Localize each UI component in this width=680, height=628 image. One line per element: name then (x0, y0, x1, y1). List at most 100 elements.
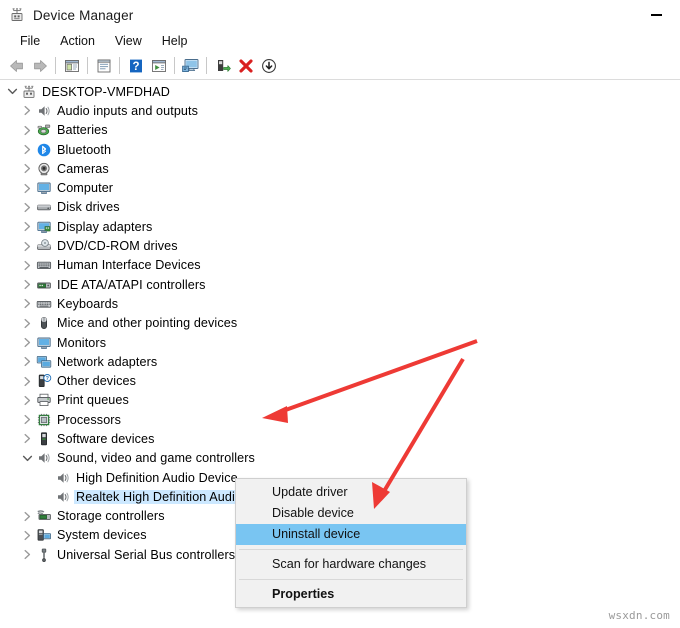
chevron-right-icon[interactable] (19, 159, 35, 178)
tree-item-monitors[interactable]: Monitors (0, 333, 680, 352)
tree-item-label: High Definition Audio Device (76, 470, 238, 485)
tree-item-label: Storage controllers (57, 509, 165, 524)
chevron-right-icon[interactable] (19, 140, 35, 159)
ide-controller-icon (35, 277, 53, 293)
context-menu[interactable]: Update driver Disable device Uninstall dev… (235, 478, 467, 608)
context-menu-separator (239, 549, 463, 550)
toolbar-separator (206, 57, 207, 74)
tree-item-label: Monitors (57, 335, 107, 350)
show-hide-console-tree-icon[interactable] (60, 55, 83, 77)
tree-item-label: Human Interface Devices (57, 258, 201, 273)
minimize-button[interactable] (640, 4, 672, 26)
tree-item-label: Other devices (57, 374, 136, 389)
tree-item-bluetooth[interactable]: Bluetooth (0, 140, 680, 159)
chevron-right-icon[interactable] (19, 256, 35, 275)
chevron-right-icon[interactable] (19, 179, 35, 198)
scan-for-hardware-changes-icon[interactable] (179, 55, 202, 77)
battery-icon (35, 122, 53, 138)
chevron-right-icon[interactable] (19, 198, 35, 217)
context-menu-item-properties[interactable]: Properties (236, 584, 466, 605)
tree-item-label: Batteries (57, 123, 108, 138)
menu-action[interactable]: Action (50, 32, 105, 50)
tree-item-disk-drives[interactable]: Disk drives (0, 198, 680, 217)
tree-item-label: Sound, video and game controllers (57, 451, 255, 466)
tree-item-computer[interactable]: Computer (0, 178, 680, 197)
chevron-right-icon[interactable] (19, 237, 35, 256)
chevron-right-icon[interactable] (19, 507, 35, 526)
tree-item-cameras[interactable]: Cameras (0, 159, 680, 178)
tree-item-sound-video-and-game-controllers[interactable]: Sound, video and game controllers (0, 449, 680, 468)
tree-item-display-adapters[interactable]: Display adapters (0, 217, 680, 236)
tree-item-label: DVD/CD-ROM drives (57, 239, 178, 254)
monitor-icon (35, 335, 53, 351)
tree-item-keyboards[interactable]: Keyboards (0, 294, 680, 313)
toolbar-divider (0, 79, 680, 80)
forward-icon[interactable] (28, 55, 51, 77)
svg-text:?: ? (132, 61, 139, 73)
chevron-right-icon[interactable] (19, 333, 35, 352)
storage-controller-icon (35, 508, 53, 524)
chevron-right-icon[interactable] (19, 294, 35, 313)
context-menu-item-disable-device[interactable]: Disable device (236, 503, 466, 524)
uninstall-device-icon[interactable] (234, 55, 257, 77)
menu-bar: File Action View Help (0, 30, 680, 52)
tree-item-mice-and-other-pointing-devices[interactable]: Mice and other pointing devices (0, 314, 680, 333)
disable-device-icon[interactable] (257, 55, 280, 77)
printer-icon (35, 392, 53, 408)
software-device-icon (35, 431, 53, 447)
optical-drive-icon (35, 238, 53, 254)
chevron-down-icon[interactable] (4, 82, 20, 101)
tree-item-batteries[interactable]: Batteries (0, 121, 680, 140)
chevron-right-icon[interactable] (19, 101, 35, 120)
chevron-right-icon[interactable] (19, 526, 35, 545)
enable-device-icon[interactable] (211, 55, 234, 77)
tree-item-ide-ata-atapi-controllers[interactable]: IDE ATA/ATAPI controllers (0, 275, 680, 294)
menu-help[interactable]: Help (152, 32, 198, 50)
tree-item-desktop-vmfdhad[interactable]: DESKTOP-VMFDHAD (0, 82, 680, 101)
properties-icon[interactable] (92, 55, 115, 77)
chevron-right-icon[interactable] (19, 314, 35, 333)
tree-item-label: Mice and other pointing devices (57, 316, 238, 331)
svg-text:?: ? (46, 376, 49, 382)
tree-item-label: Computer (57, 181, 114, 196)
other-device-icon: ? (35, 373, 53, 389)
tree-item-print-queues[interactable]: Print queues (0, 391, 680, 410)
tree-item-audio-inputs-and-outputs[interactable]: Audio inputs and outputs (0, 101, 680, 120)
usb-icon (35, 547, 53, 563)
tree-item-network-adapters[interactable]: Network adapters (0, 352, 680, 371)
chevron-right-icon[interactable] (19, 545, 35, 564)
chevron-right-icon[interactable] (19, 217, 35, 236)
update-driver-icon[interactable] (147, 55, 170, 77)
chevron-down-icon[interactable] (19, 449, 35, 468)
tree-item-human-interface-devices[interactable]: Human Interface Devices (0, 256, 680, 275)
tree-item-processors[interactable]: Processors (0, 410, 680, 429)
context-menu-item-update-driver[interactable]: Update driver (236, 482, 466, 503)
chevron-right-icon[interactable] (19, 275, 35, 294)
speaker-icon (54, 489, 72, 505)
window-title-bar: Device Manager (0, 0, 680, 30)
chevron-right-icon[interactable] (19, 121, 35, 140)
processor-icon (35, 412, 53, 428)
chevron-right-icon[interactable] (19, 429, 35, 448)
chevron-right-icon[interactable] (19, 372, 35, 391)
help-icon[interactable]: ? (124, 55, 147, 77)
chevron-right-icon[interactable] (19, 352, 35, 371)
chevron-right-icon[interactable] (19, 391, 35, 410)
context-menu-item-uninstall-device[interactable]: Uninstall device (236, 524, 466, 545)
tree-item-label: DESKTOP-VMFDHAD (42, 84, 170, 99)
menu-view[interactable]: View (105, 32, 152, 50)
monitor-icon (35, 180, 53, 196)
back-icon[interactable] (5, 55, 28, 77)
tree-item-other-devices[interactable]: ? Other devices (0, 371, 680, 390)
tree-item-label: Display adapters (57, 219, 153, 234)
disk-drive-icon (35, 199, 53, 215)
tree-item-dvd-cd-rom-drives[interactable]: DVD/CD-ROM drives (0, 236, 680, 255)
menu-file[interactable]: File (10, 32, 50, 50)
tree-item-software-devices[interactable]: Software devices (0, 429, 680, 448)
context-menu-item-scan-for-hardware-changes[interactable]: Scan for hardware changes (236, 554, 466, 575)
chevron-right-icon[interactable] (19, 410, 35, 429)
tree-item-label: Network adapters (57, 354, 158, 369)
computer-node-icon (20, 84, 38, 100)
